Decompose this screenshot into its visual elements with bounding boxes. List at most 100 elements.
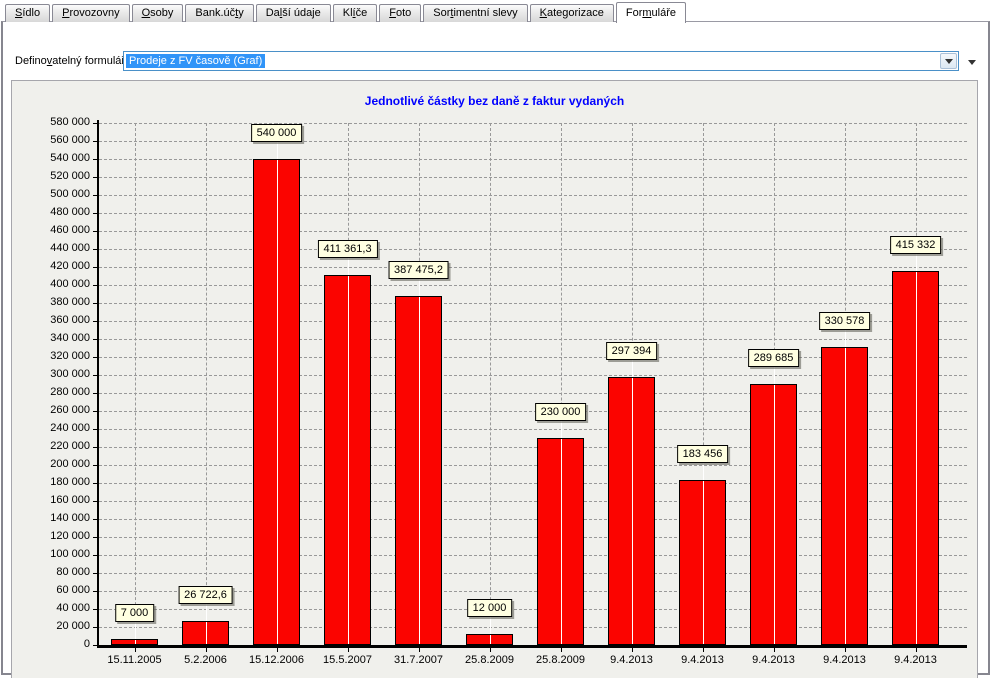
y-axis-label: 200 000 xyxy=(12,458,90,470)
label-connector-line xyxy=(348,257,349,275)
y-axis-label: 240 000 xyxy=(12,422,90,434)
bar-value-label: 540 000 xyxy=(251,124,303,142)
gridline-h xyxy=(99,177,967,178)
chart-title: Jednotlivé částky bez daně z faktur vyda… xyxy=(12,94,977,108)
gridline-h xyxy=(99,249,967,250)
tab-dal-daje[interactable]: Další údaje xyxy=(256,4,331,22)
gridline-v xyxy=(206,123,207,645)
y-axis-line xyxy=(97,120,99,648)
y-axis-label: 180 000 xyxy=(12,476,90,488)
bar-value-label: 12 000 xyxy=(467,599,513,617)
tab-page-formulare: Definovatelný formulář: Prodeje z FV čas… xyxy=(1,21,990,675)
tab-s-dlo[interactable]: Sídlo xyxy=(5,4,50,22)
x-axis-label: 9.4.2013 xyxy=(880,654,952,666)
x-axis-tick xyxy=(774,648,775,652)
gridline-v xyxy=(490,123,491,645)
bar-value-label: 26 722,6 xyxy=(178,586,233,604)
bar-center-line xyxy=(845,348,846,644)
y-axis-label: 460 000 xyxy=(12,224,90,236)
label-connector-line xyxy=(206,603,207,621)
y-axis-label: 320 000 xyxy=(12,350,90,362)
gridline-h xyxy=(99,213,967,214)
bar-center-line xyxy=(348,276,349,644)
x-axis-tick xyxy=(490,648,491,652)
definable-form-row: Definovatelný formulář: Prodeje z FV čas… xyxy=(3,44,988,80)
bar xyxy=(608,377,655,645)
bar xyxy=(892,271,939,645)
y-axis-label: 380 000 xyxy=(12,296,90,308)
bar xyxy=(182,621,229,645)
definable-form-label: Definovatelný formulář: xyxy=(15,55,128,67)
tab-osoby[interactable]: Osoby xyxy=(132,4,184,22)
y-axis-label: 440 000 xyxy=(12,242,90,254)
y-axis-label: 80 000 xyxy=(12,566,90,578)
tab-foto[interactable]: Foto xyxy=(379,4,421,22)
bar-center-line xyxy=(277,160,278,644)
gridline-h xyxy=(99,159,967,160)
gridline-h xyxy=(99,285,967,286)
gridline-h xyxy=(99,231,967,232)
bar-value-label: 289 685 xyxy=(748,349,800,367)
bar-value-label: 297 394 xyxy=(606,342,658,360)
combobox-dropdown-button[interactable] xyxy=(940,53,957,69)
y-axis-label: 100 000 xyxy=(12,548,90,560)
bar-value-label: 387 475,2 xyxy=(388,261,449,279)
y-axis-label: 160 000 xyxy=(12,494,90,506)
definable-form-combobox[interactable]: Prodeje z FV časově (Graf) xyxy=(123,51,959,71)
bar-center-line xyxy=(561,439,562,644)
x-axis-tick xyxy=(348,648,349,652)
y-axis-label: 120 000 xyxy=(12,530,90,542)
bar-center-line xyxy=(916,272,917,644)
y-axis-label: 560 000 xyxy=(12,134,90,146)
gridline-h xyxy=(99,267,967,268)
x-axis-tick xyxy=(561,648,562,652)
y-axis-label: 40 000 xyxy=(12,602,90,614)
gridline-v xyxy=(135,123,136,645)
tab-sortimentn-slevy[interactable]: Sortimentní slevy xyxy=(423,4,527,22)
x-axis-tick xyxy=(135,648,136,652)
label-connector-line xyxy=(490,616,491,634)
tab-kl-e[interactable]: Klíče xyxy=(333,4,377,22)
label-connector-line xyxy=(845,329,846,347)
y-axis-label: 400 000 xyxy=(12,278,90,290)
y-axis-label: 220 000 xyxy=(12,440,90,452)
form-options-dropdown-button[interactable] xyxy=(965,56,979,68)
x-axis-tick xyxy=(845,648,846,652)
x-axis-label: 5.2.2006 xyxy=(170,654,242,666)
y-axis-label: 280 000 xyxy=(12,386,90,398)
chevron-down-icon xyxy=(968,60,976,65)
bar xyxy=(111,639,158,645)
gridline-h xyxy=(99,195,967,196)
x-axis-label: 15.11.2005 xyxy=(99,654,171,666)
y-axis-label: 500 000 xyxy=(12,188,90,200)
y-axis-label: 360 000 xyxy=(12,314,90,326)
bar xyxy=(324,275,371,645)
x-axis-label: 15.12.2006 xyxy=(241,654,313,666)
tab-bank-ty[interactable]: Bank.účty xyxy=(185,4,253,22)
bar xyxy=(253,159,300,645)
x-axis-tick xyxy=(916,648,917,652)
y-axis-label: 0 xyxy=(12,638,90,650)
x-axis-label: 31.7.2007 xyxy=(383,654,455,666)
bar xyxy=(466,634,513,645)
bar xyxy=(750,384,797,645)
tab-provozovny[interactable]: Provozovny xyxy=(52,4,129,22)
y-axis-label: 340 000 xyxy=(12,332,90,344)
tab-formul-e[interactable]: Formuláře xyxy=(616,2,686,23)
y-axis-label: 480 000 xyxy=(12,206,90,218)
label-connector-line xyxy=(703,462,704,480)
label-connector-line xyxy=(135,621,136,639)
label-connector-line xyxy=(916,253,917,271)
y-axis-label: 540 000 xyxy=(12,152,90,164)
tab-kategorizace[interactable]: Kategorizace xyxy=(530,4,614,22)
bar xyxy=(537,438,584,645)
combobox-text-area[interactable]: Prodeje z FV časově (Graf) xyxy=(124,52,940,70)
gridline-h xyxy=(99,123,967,124)
gridline-h xyxy=(99,141,967,142)
y-axis-label: 60 000 xyxy=(12,584,90,596)
y-axis-label: 140 000 xyxy=(12,512,90,524)
bar-center-line xyxy=(632,378,633,644)
label-connector-line xyxy=(419,278,420,296)
x-axis-tick xyxy=(206,648,207,652)
bar xyxy=(395,296,442,645)
